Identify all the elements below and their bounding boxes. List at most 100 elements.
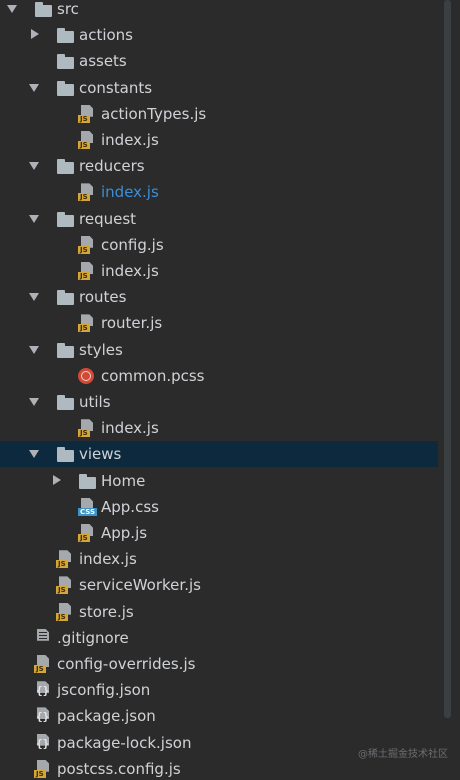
tree-item-label: styles [79,340,123,359]
tree-file-app-js[interactable]: JS App.js [0,520,438,546]
tree-item-label: constants [79,78,153,97]
js-file-icon: JS [56,602,74,621]
chevron-right-icon[interactable] [31,29,39,40]
tree-file-package-json[interactable]: {} package.json [0,703,438,729]
js-file-icon: JS [78,104,96,123]
text-file-icon [34,628,52,647]
tree-item-label: package-lock.json [57,733,192,752]
js-file-icon: JS [78,524,96,542]
chevron-down-icon[interactable] [29,83,39,92]
chevron-down-icon[interactable] [29,345,39,354]
vertical-scrollbar[interactable] [444,0,451,718]
chevron-down-icon[interactable] [29,398,39,406]
tree-file-index-js[interactable]: JS index.js [0,546,438,572]
folder-icon [56,79,74,97]
tree-file-app-css[interactable]: CSS App.css [0,494,438,520]
tree-item-label: index.js [101,262,159,280]
js-file-icon: JS [78,419,96,438]
tree-item-label: utils [79,393,111,411]
tree-folder-home[interactable]: Home [0,468,438,494]
css-file-icon: CSS [78,497,98,516]
tree-file-serviceworker-js[interactable]: JS serviceWorker.js [0,572,438,598]
tree-file-index-js[interactable]: JS index.js [0,127,438,153]
tree-folder-routes[interactable]: routes [0,284,438,310]
project-file-tree: @稀土掘金技术社区 src actions assets constants JS act… [0,0,460,780]
tree-item-label: serviceWorker.js [79,576,201,595]
tree-item-label: postcss.config.js [57,759,181,778]
tree-item-label: config.js [101,235,164,254]
tree-item-label: index.js [79,550,137,569]
tree-file-index-js[interactable]: JS index.js [0,179,438,205]
folder-icon [56,26,74,44]
chevron-down-icon[interactable] [29,214,39,223]
chevron-down-icon[interactable] [29,162,39,171]
tree-file-common-pcss[interactable]: common.pcss [0,363,438,389]
folder-icon [56,157,74,175]
tree-file-router-js[interactable]: JS router.js [0,310,438,336]
chevron-down-icon[interactable] [29,450,39,459]
json-file-icon: {} [34,707,52,725]
tree-folder-src[interactable]: src [0,0,438,22]
tree-item-label: .gitignore [57,628,129,647]
tree-file-actiontypes-js[interactable]: JS actionTypes.js [0,101,438,127]
tree-item-label: jsconfig.json [57,681,151,700]
js-file-icon: JS [78,262,96,280]
js-file-icon: JS [34,655,52,673]
js-file-icon: JS [34,759,52,778]
folder-icon [56,288,74,306]
tree-folder-constants[interactable]: constants [0,75,438,101]
tree-item-label: common.pcss [101,366,205,385]
tree-item-label: reducers [79,157,145,176]
tree-item-label: router.js [101,314,163,333]
tree-file-jsconfig-json[interactable]: {} jsconfig.json [0,677,438,703]
tree-item-label: index.js [101,131,159,149]
tree-item-label: index.js [101,419,159,438]
tree-folder-actions[interactable]: actions [0,22,438,48]
json-file-icon: {} [34,733,52,752]
chevron-down-icon[interactable] [7,5,17,13]
tree-item-label: App.css [101,497,159,516]
tree-folder-reducers[interactable]: reducers [0,153,438,179]
json-file-icon: {} [34,681,52,699]
chevron-right-icon[interactable] [53,474,61,485]
folder-icon [56,393,74,411]
tree-item-label: assets [79,52,127,71]
tree-item-label: actionTypes.js [101,104,207,123]
js-file-icon: JS [56,550,74,569]
tree-file-store-js[interactable]: JS store.js [0,599,438,625]
tree-file-config-overrides-js[interactable]: JS config-overrides.js [0,651,438,677]
tree-item-label: package.json [57,707,156,726]
tree-item-label: request [79,209,137,228]
folder-icon [34,0,52,18]
folder-icon [78,472,96,490]
tree-file-config-js[interactable]: JS config.js [0,232,438,258]
tree-item-label: index.js [101,183,159,202]
tree-file-index-js[interactable]: JS index.js [0,258,438,284]
tree-item-label: App.js [101,524,148,542]
tree-item-label: routes [79,288,127,307]
tree-file-package-lock-json[interactable]: {} package-lock.json [0,730,438,756]
tree-folder-views[interactable]: views [0,441,438,468]
js-file-icon: JS [56,576,74,595]
tree-item-label: actions [79,26,133,45]
chevron-down-icon[interactable] [29,293,39,302]
folder-icon [56,52,74,70]
tree-file-gitignore[interactable]: .gitignore [0,625,438,651]
js-file-icon: JS [78,235,96,254]
tree-file-postcss-config-js[interactable]: JS postcss.config.js [0,756,438,780]
tree-item-label: store.js [79,602,134,621]
tree-item-label: views [79,445,122,464]
tree-file-index-js[interactable]: JS index.js [0,415,438,441]
tree-folder-request[interactable]: request [0,206,438,232]
js-file-icon: JS [78,131,96,149]
tree-folder-assets[interactable]: assets [0,48,438,74]
tree-folder-styles[interactable]: styles [0,337,438,363]
tree-item-label: Home [101,471,146,490]
folder-icon [56,210,74,228]
postcss-icon [78,367,94,384]
tree-folder-utils[interactable]: utils [0,389,438,415]
tree-item-label: config-overrides.js [57,655,196,673]
js-file-icon: JS [78,183,96,202]
js-file-icon: JS [78,314,96,333]
tree-item-label: src [57,0,79,18]
